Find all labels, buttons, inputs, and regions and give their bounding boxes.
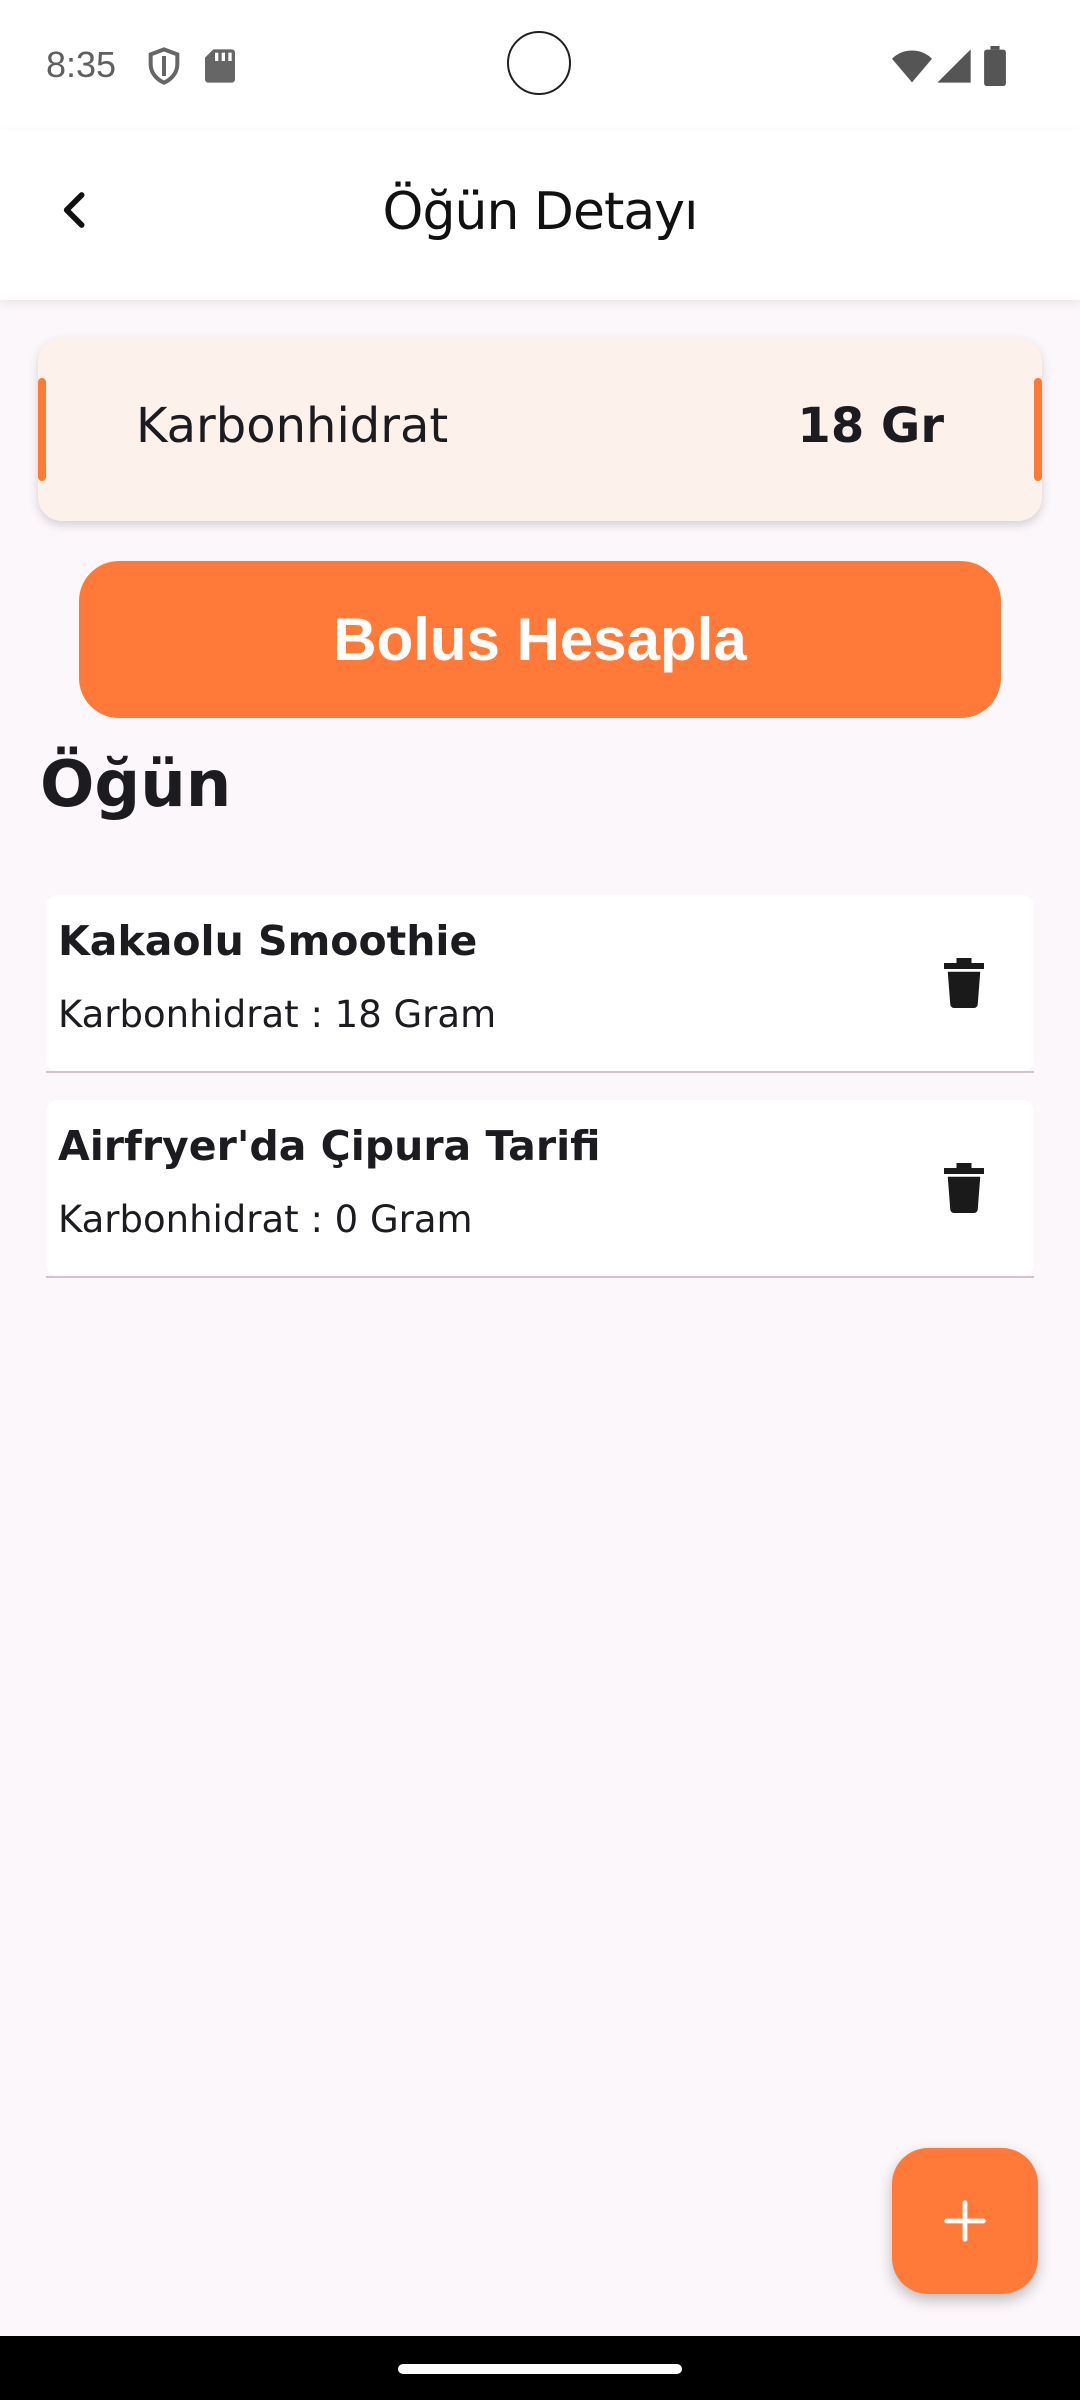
delete-meal-button[interactable] bbox=[932, 943, 996, 1023]
camera-cutout bbox=[507, 31, 571, 95]
home-gesture-handle[interactable] bbox=[398, 2364, 682, 2374]
sd-card-icon bbox=[200, 46, 240, 86]
carb-summary-value: 18 Gr bbox=[797, 398, 944, 454]
meal-name: Airfryer'da Çipura Tarifi bbox=[58, 1122, 601, 1170]
bolus-calculate-button[interactable]: Bolus Hesapla bbox=[79, 561, 1001, 718]
list-divider bbox=[46, 1071, 1034, 1073]
plus-icon bbox=[944, 2200, 986, 2242]
cellular-signal-icon bbox=[934, 46, 974, 86]
status-time: 8:35 bbox=[46, 44, 117, 85]
meal-list-item[interactable]: Kakaolu Smoothie Karbonhidrat : 18 Gram bbox=[46, 895, 1034, 1073]
meal-name: Kakaolu Smoothie bbox=[58, 917, 478, 965]
trash-icon bbox=[944, 1163, 984, 1213]
app-bar: Öğün Detayı bbox=[0, 130, 1080, 300]
card-accent-left bbox=[38, 378, 46, 481]
card-accent-right bbox=[1034, 378, 1042, 481]
trash-icon bbox=[944, 958, 984, 1008]
navigation-bar bbox=[0, 2336, 1080, 2400]
status-bar: 8:35 bbox=[0, 0, 1080, 130]
carb-summary-card: Karbonhidrat 18 Gr bbox=[38, 338, 1042, 521]
shield-icon bbox=[144, 46, 184, 86]
page-title: Öğün Detayı bbox=[382, 182, 699, 242]
carb-summary-label: Karbonhidrat bbox=[136, 398, 449, 454]
meal-list-item[interactable]: Airfryer'da Çipura Tarifi Karbonhidrat :… bbox=[46, 1100, 1034, 1278]
list-divider bbox=[46, 1276, 1034, 1278]
add-meal-button[interactable] bbox=[892, 2148, 1038, 2294]
meal-carb-text: Karbonhidrat : 0 Gram bbox=[58, 1198, 473, 1241]
wifi-icon bbox=[890, 46, 934, 86]
battery-icon bbox=[984, 46, 1006, 86]
meal-carb-text: Karbonhidrat : 18 Gram bbox=[58, 993, 497, 1036]
section-title: Öğün bbox=[40, 748, 232, 822]
delete-meal-button[interactable] bbox=[932, 1148, 996, 1228]
